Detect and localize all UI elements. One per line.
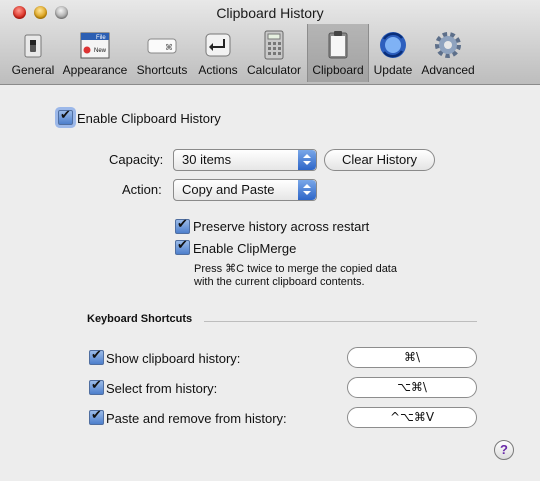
tab-label: Update — [373, 63, 413, 77]
paste-and-remove-checkbox[interactable] — [89, 408, 104, 425]
enable-clipmerge-checkbox[interactable] — [175, 238, 190, 255]
select-from-history-label: Select from history: — [106, 381, 218, 396]
svg-text:File: File — [96, 35, 106, 41]
enable-clipmerge-label: Enable ClipMerge — [193, 241, 297, 256]
popup-arrows-icon — [298, 180, 316, 200]
tab-label: Advanced — [421, 63, 475, 77]
clipmerge-help-line-2: with the current clipboard contents. — [194, 276, 365, 288]
capacity-label: Capacity: — [109, 152, 164, 167]
calculator-icon — [264, 30, 284, 60]
section-divider — [204, 321, 477, 322]
gear-icon — [435, 32, 461, 58]
window-title: Clipboard History — [216, 5, 324, 21]
paste-and-remove-shortcut-field[interactable]: ^⌥⌘V — [347, 407, 477, 428]
show-history-shortcut-field[interactable]: ⌘\ — [347, 347, 477, 368]
clipmerge-help-line-1: Press ⌘C twice to merge the copied data — [194, 263, 397, 275]
globe-sync-icon — [380, 32, 406, 58]
tab-label: General — [11, 63, 55, 77]
preserve-history-checkbox[interactable] — [175, 217, 190, 234]
switch-icon — [24, 34, 42, 58]
tab-label: Actions — [198, 63, 238, 77]
select-from-history-checkbox[interactable] — [89, 378, 104, 395]
tab-label: Appearance — [62, 63, 128, 77]
enable-history-label: Enable Clipboard History — [77, 111, 221, 126]
tab-actions[interactable]: Actions — [195, 24, 241, 82]
tab-label: Clipboard — [312, 63, 364, 77]
popup-arrows-icon — [298, 150, 316, 170]
clipboard-icon — [328, 31, 348, 59]
svg-text:New: New — [94, 48, 107, 54]
action-value: Copy and Paste — [182, 182, 275, 197]
keyboard-key-icon: ⌘ — [147, 38, 177, 54]
paste-and-remove-label: Paste and remove from history: — [106, 411, 287, 426]
tab-label: Shortcuts — [136, 63, 188, 77]
tab-general[interactable]: General — [8, 24, 58, 82]
return-arrow-icon — [205, 33, 231, 57]
capacity-value: 30 items — [182, 152, 232, 167]
clipboard-pane: Enable Clipboard History Capacity: 30 it… — [0, 85, 540, 481]
keyboard-shortcuts-title: Keyboard Shortcuts — [87, 313, 193, 325]
tab-shortcuts[interactable]: ⌘ Shortcuts — [133, 24, 191, 82]
tab-appearance[interactable]: File New Appearance — [62, 24, 128, 82]
tab-label: Calculator — [246, 63, 302, 77]
action-popup[interactable]: Copy and Paste — [173, 179, 317, 201]
preserve-history-label: Preserve history across restart — [193, 219, 370, 234]
preferences-window: Clipboard History General File New Appea… — [0, 0, 540, 481]
tab-update[interactable]: Update — [370, 24, 416, 82]
window-menu-icon: File New — [80, 32, 110, 59]
show-history-checkbox[interactable] — [89, 348, 104, 365]
action-label: Action: — [122, 182, 162, 197]
toolbar: Clipboard History General File New Appea… — [0, 0, 540, 85]
help-button[interactable]: ? — [494, 440, 514, 460]
show-history-label: Show clipboard history: — [106, 351, 241, 366]
capacity-popup[interactable]: 30 items — [173, 149, 317, 171]
enable-history-checkbox[interactable] — [58, 108, 73, 125]
clear-history-button[interactable]: Clear History — [324, 149, 435, 171]
tab-calculator[interactable]: Calculator — [245, 24, 303, 82]
tab-advanced[interactable]: Advanced — [420, 24, 476, 82]
tab-clipboard[interactable]: Clipboard — [307, 24, 369, 82]
select-from-history-shortcut-field[interactable]: ⌥⌘\ — [347, 377, 477, 398]
svg-text:⌘: ⌘ — [165, 43, 173, 52]
